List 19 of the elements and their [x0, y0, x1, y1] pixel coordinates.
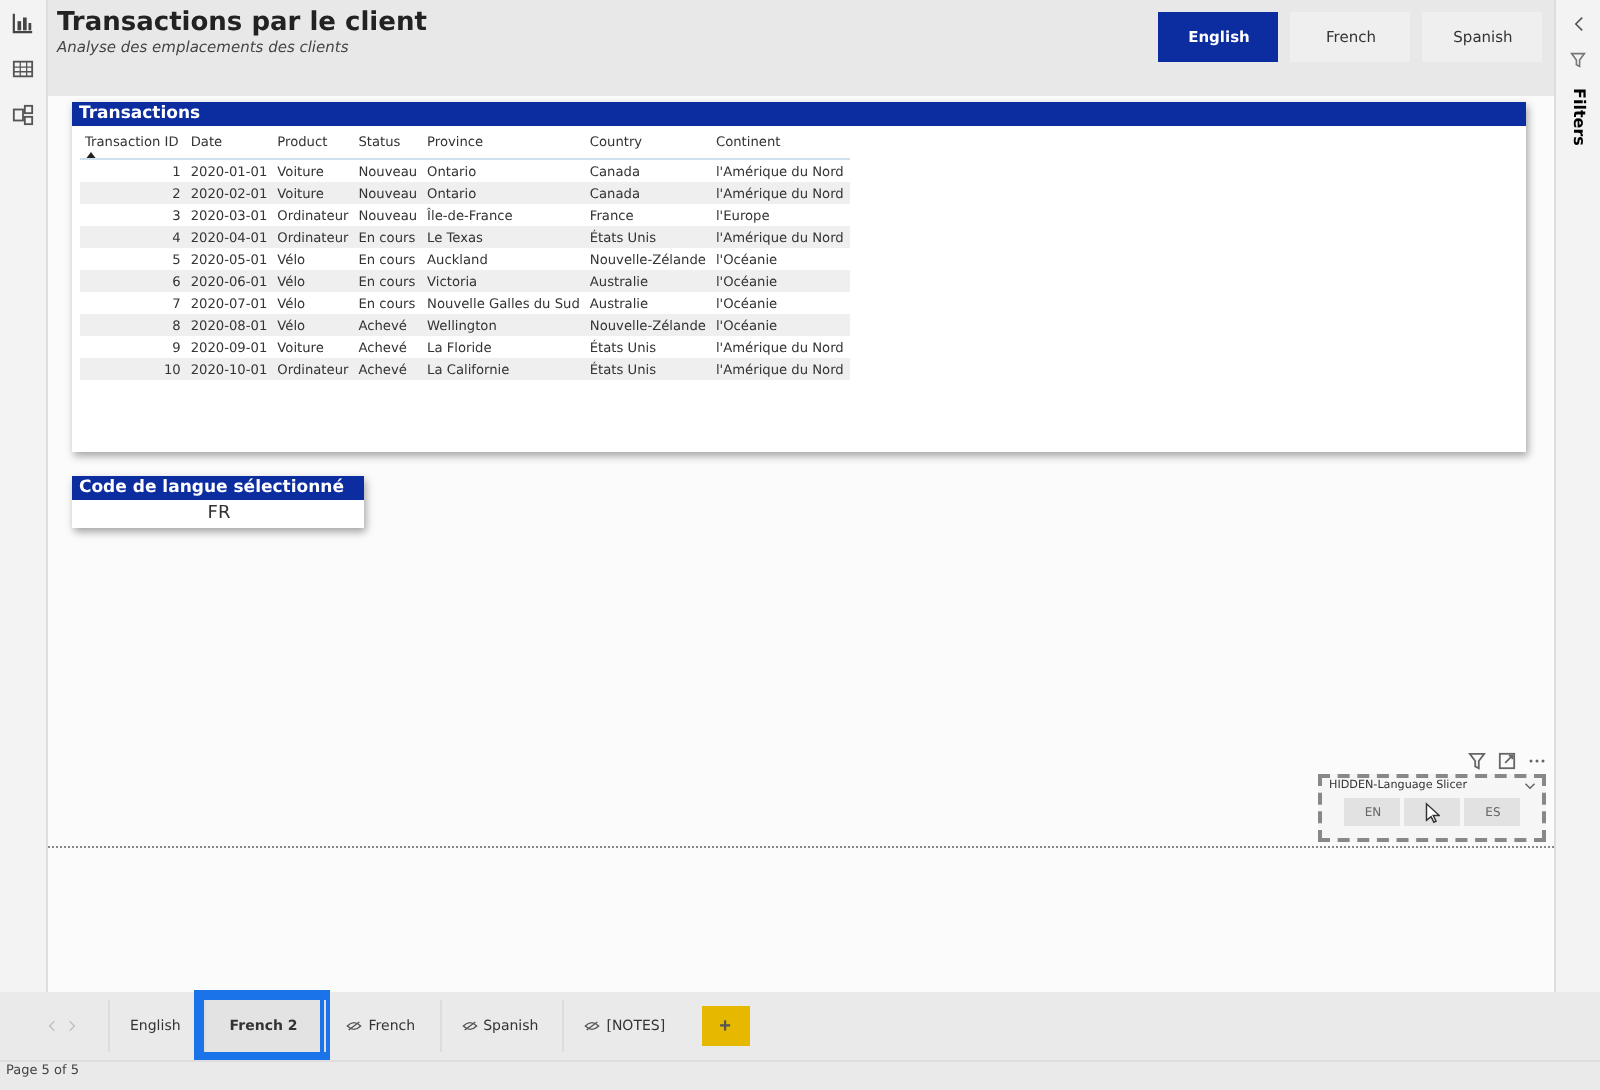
- focus-mode-icon[interactable]: [1498, 752, 1517, 770]
- card-title: Code de langue sélectionné: [72, 476, 365, 500]
- filters-pane-label[interactable]: Filters: [1570, 88, 1587, 146]
- filter-icon[interactable]: [1468, 752, 1487, 770]
- add-page-button[interactable]: +: [701, 1006, 750, 1046]
- chevron-left-icon[interactable]: [1573, 16, 1584, 32]
- report-view-icon[interactable]: [12, 12, 35, 34]
- mouse-cursor-icon: [1424, 801, 1441, 823]
- card-value: FR: [205, 502, 233, 528]
- hidden-eye-icon: [584, 1020, 601, 1032]
- chevron-down-icon[interactable]: [1524, 782, 1537, 790]
- table-view-icon[interactable]: [12, 58, 35, 80]
- slicer-option[interactable]: [1404, 798, 1461, 826]
- report-title: Transactions par le client: [56, 8, 427, 38]
- table-title: Transactions: [72, 102, 1527, 126]
- filter-icon[interactable]: [1570, 52, 1587, 68]
- hidden-eye-icon: [461, 1020, 478, 1032]
- model-view-icon[interactable]: [12, 104, 35, 126]
- hidden-eye-icon: [346, 1020, 363, 1032]
